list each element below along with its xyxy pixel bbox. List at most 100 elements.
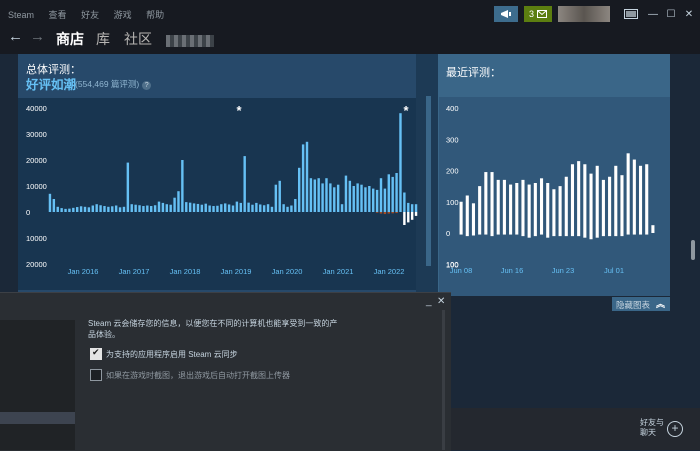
negative-review-bar [478,233,482,235]
positive-review-bar [83,206,87,212]
positive-review-bar [638,165,643,233]
y-tick-label: 0 [26,208,30,217]
positive-review-bar [356,183,359,212]
negative-review-bar [465,233,469,237]
positive-review-bar [177,191,180,212]
cloud-sync-label[interactable]: 为支持的应用程序启用 Steam 云同步 [106,349,238,360]
positive-review-bar [157,201,161,212]
dialog-minimize-button[interactable]: _ [426,296,432,307]
negative-review-bar [490,233,494,237]
positive-review-bar [161,202,165,212]
positive-review-bar [95,204,98,212]
positive-review-bar [407,202,410,212]
page-scrollbar-thumb[interactable] [691,240,695,260]
positive-review-bar [527,184,531,233]
negative-review-bar [502,233,506,235]
sidebar-item[interactable] [0,308,75,320]
dialog-scrollbar[interactable] [442,310,445,450]
positive-review-bar [150,206,153,212]
positive-review-bar [294,199,297,212]
positive-review-bar [118,207,122,212]
dialog-sidebar [0,308,75,450]
y-tick-label: 0 [446,229,450,238]
positive-review-bar [165,204,168,212]
y-tick-label: 200 [446,167,459,176]
negative-review-bar [539,233,544,235]
negative-review-bar [403,212,406,225]
double-chevron-up-icon: ︽ [655,299,665,309]
positive-review-bar [251,204,254,212]
positive-review-bar [645,164,649,233]
negative-review-bar [589,233,593,240]
positive-review-bar [321,183,324,212]
negative-review-bar [595,233,599,238]
positive-review-bar [614,165,618,233]
positive-review-bar [286,206,289,212]
positive-review-bar [399,113,402,212]
positive-review-bar [60,208,63,212]
positive-review-bar [298,167,301,212]
positive-review-bar [344,175,348,212]
positive-review-bar [99,205,102,212]
positive-review-bar [216,205,219,212]
dialog-close-button[interactable]: ✕ [437,296,445,307]
y-tick-label: 100 [446,260,459,269]
positive-review-bar [200,204,204,212]
positive-review-bar [224,203,227,212]
negative-review-bar [459,233,463,235]
positive-review-bar [270,206,274,212]
positive-review-bar [521,179,525,233]
steam-cloud-description: Steam 云会储存您的信息，以便您在不同的计算机也能享受到一致的产品体验。 [88,319,338,339]
positive-review-bar [259,204,262,212]
positive-review-bar [395,173,398,212]
positive-review-bar [348,180,352,212]
positive-review-bar [333,187,336,212]
friends-chat-button[interactable]: 好友与 聊天 [640,418,664,438]
negative-review-bar [471,233,476,236]
positive-review-bar [383,188,387,212]
y-tick-label: 20000 [26,260,47,269]
positive-review-bar [134,204,137,212]
add-friend-plus-icon[interactable]: + [667,421,683,437]
x-tick-label: Jun 16 [501,266,524,275]
positive-review-bar [87,207,91,212]
negative-review-bar [391,212,394,214]
positive-review-bar [626,153,630,233]
positive-review-bar [608,176,612,233]
positive-review-bar [325,178,328,212]
negative-review-bar [552,233,556,237]
positive-review-bar [290,205,293,212]
positive-review-bar [364,187,367,212]
positive-review-bar [48,193,52,212]
positive-review-bar [274,184,278,212]
negative-review-bar [527,233,531,238]
screenshot-uploader-checkbox[interactable] [90,369,102,381]
x-tick-label: Jan 2022 [374,267,405,276]
positive-review-bar [169,204,172,212]
positive-review-bar [212,206,215,212]
positive-review-bar [414,204,418,212]
x-tick-label: Jun 23 [552,266,575,275]
negative-review-bar [383,212,387,215]
hide-chart-button[interactable]: 隐藏图表 ︽ [612,297,670,311]
positive-review-bar [484,172,488,233]
negative-review-bar [515,233,519,235]
positive-review-bar [379,178,383,212]
friends-chat-label-1: 好友与 [640,418,664,427]
negative-review-bar [410,212,414,220]
positive-review-bar [391,176,394,212]
negative-review-bar [387,212,390,214]
cloud-sync-checkbox[interactable] [90,347,102,360]
positive-review-bar [52,199,56,212]
negative-review-bar [407,212,410,223]
negative-review-bar [546,233,550,238]
positive-review-bar [515,183,519,233]
positive-review-bar [570,164,575,233]
positive-review-bar [278,180,281,212]
positive-review-bar [130,204,133,212]
positive-review-bar [185,202,188,212]
screenshot-uploader-label[interactable]: 如果在游戏时截图，退出游戏后自动打开截图上传器 [106,370,290,381]
positive-review-bar [181,160,184,212]
annotation-star: * [236,103,242,118]
sidebar-item-selected[interactable] [0,412,75,424]
